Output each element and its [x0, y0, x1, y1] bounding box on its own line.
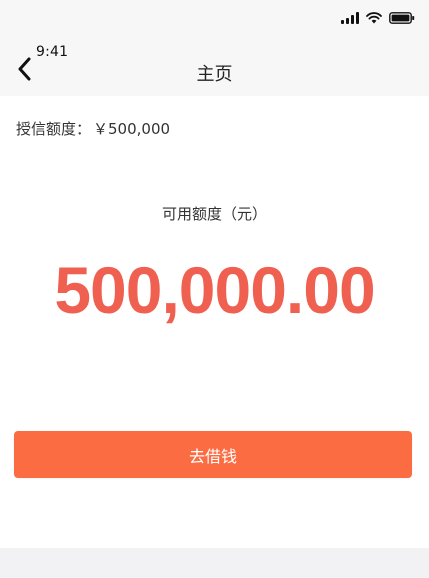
page-title: 主页: [196, 64, 233, 85]
battery-icon: [389, 12, 415, 24]
available-limit-label: 可用额度（元）: [161, 205, 267, 223]
credit-limit-label: 授信额度：: [16, 120, 92, 138]
credit-limit: 授信额度： ￥500,000: [16, 118, 170, 139]
wifi-icon: [366, 12, 382, 24]
signal-icon: [341, 12, 359, 24]
borrow-button[interactable]: 去借钱: [14, 431, 412, 478]
status-icons: [341, 10, 415, 26]
header: 9:41 主页: [0, 0, 429, 96]
credit-limit-value: ￥500,000: [93, 120, 171, 138]
bottom-bar: [0, 548, 429, 578]
screen: 9:41 主页 授信额度： ￥500,000 可用额度（元） 500,000.0…: [0, 0, 429, 578]
status-time: 9:41: [36, 44, 69, 60]
available-amount: 500,000.00: [54, 253, 375, 327]
